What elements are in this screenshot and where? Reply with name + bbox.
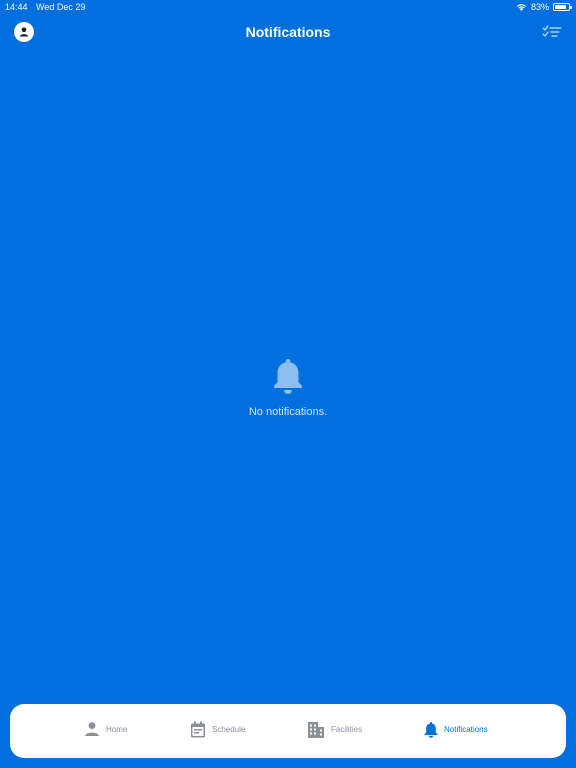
status-right: 83% bbox=[516, 2, 572, 12]
wifi-icon bbox=[516, 4, 527, 11]
battery-fill bbox=[555, 5, 566, 9]
status-bar: 14:44 Wed Dec 29 83% bbox=[0, 0, 576, 16]
tab-label-notifications: Notifications bbox=[444, 725, 488, 734]
tab-facilities[interactable]: Facilities bbox=[307, 721, 362, 738]
battery-icon bbox=[553, 3, 572, 11]
bell-icon bbox=[424, 722, 438, 738]
tab-label-schedule: Schedule bbox=[212, 725, 246, 734]
page-title: Notifications bbox=[245, 24, 331, 40]
empty-message: No notifications. bbox=[248, 406, 328, 418]
tab-notifications[interactable]: Notifications bbox=[424, 721, 488, 738]
tab-home[interactable]: Home bbox=[84, 721, 127, 737]
calendar-icon bbox=[191, 721, 205, 738]
building-icon bbox=[308, 722, 324, 738]
person-icon bbox=[85, 722, 99, 736]
bell-icon bbox=[274, 359, 302, 394]
filter-button[interactable] bbox=[542, 24, 562, 40]
filter-checklist-icon bbox=[542, 25, 562, 37]
empty-state: No notifications. bbox=[0, 356, 576, 418]
tab-label-home: Home bbox=[106, 724, 128, 734]
nav-header: Notifications bbox=[0, 16, 576, 48]
battery-percent: 83% bbox=[530, 2, 549, 12]
tab-label-facilities: Facilities bbox=[331, 725, 363, 734]
tab-schedule[interactable]: Schedule bbox=[190, 721, 245, 738]
status-date: Wed Dec 29 bbox=[36, 2, 86, 12]
tab-bar: Home Schedule Facilities Notifications bbox=[10, 704, 566, 758]
status-time: 14:44 bbox=[5, 2, 28, 12]
